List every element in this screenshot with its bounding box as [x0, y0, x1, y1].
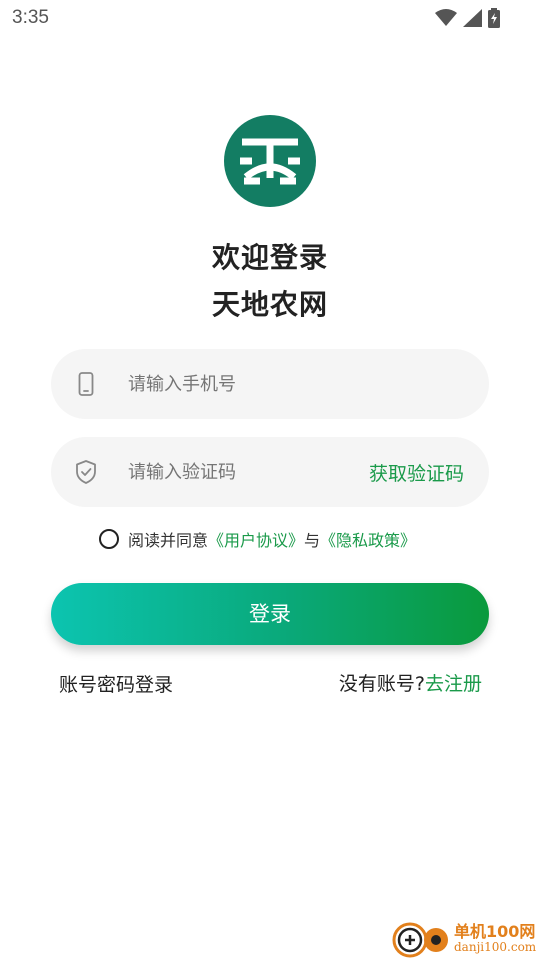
agreement-prefix: 阅读并同意 [128, 531, 209, 550]
phone-input[interactable] [128, 364, 388, 404]
agreement-row: 阅读并同意 《用户协议》 与 《隐私政策》 [99, 527, 416, 551]
verification-code-field[interactable]: 获取验证码 [51, 437, 489, 507]
register-link[interactable]: 去注册 [425, 673, 482, 695]
welcome-title: 欢迎登录 [211, 241, 328, 274]
code-input[interactable] [128, 452, 388, 492]
get-code-button[interactable]: 获取验证码 [369, 459, 464, 486]
status-icons [435, 8, 500, 28]
status-bar: 3:35 [0, 0, 540, 36]
phone-field[interactable] [51, 349, 489, 419]
agreement-checkbox[interactable] [99, 529, 119, 549]
watermark-logo-icon [392, 922, 448, 958]
privacy-policy-link[interactable]: 《隐私政策》 [320, 527, 416, 551]
no-account-text: 没有账号? [338, 673, 425, 695]
login-button[interactable]: 登录 [51, 583, 489, 645]
watermark-url: danji100.com [454, 940, 537, 954]
app-logo [224, 115, 316, 207]
password-login-link[interactable]: 账号密码登录 [59, 670, 173, 697]
watermark-title: 单机100网 [454, 922, 536, 941]
app-name-title: 天地农网 [211, 288, 328, 321]
agreement-conjunction: 与 [304, 531, 321, 550]
wifi-icon [435, 9, 457, 26]
status-time: 3:35 [12, 7, 49, 28]
signal-icon [463, 9, 482, 27]
phone-icon [78, 372, 94, 396]
user-agreement-link[interactable]: 《用户协议》 [208, 527, 304, 551]
register-row: 没有账号?去注册 [339, 669, 482, 696]
watermark: 单机100网 danji100.com [392, 916, 540, 960]
shield-check-icon [76, 460, 96, 484]
battery-charging-icon [488, 8, 500, 28]
